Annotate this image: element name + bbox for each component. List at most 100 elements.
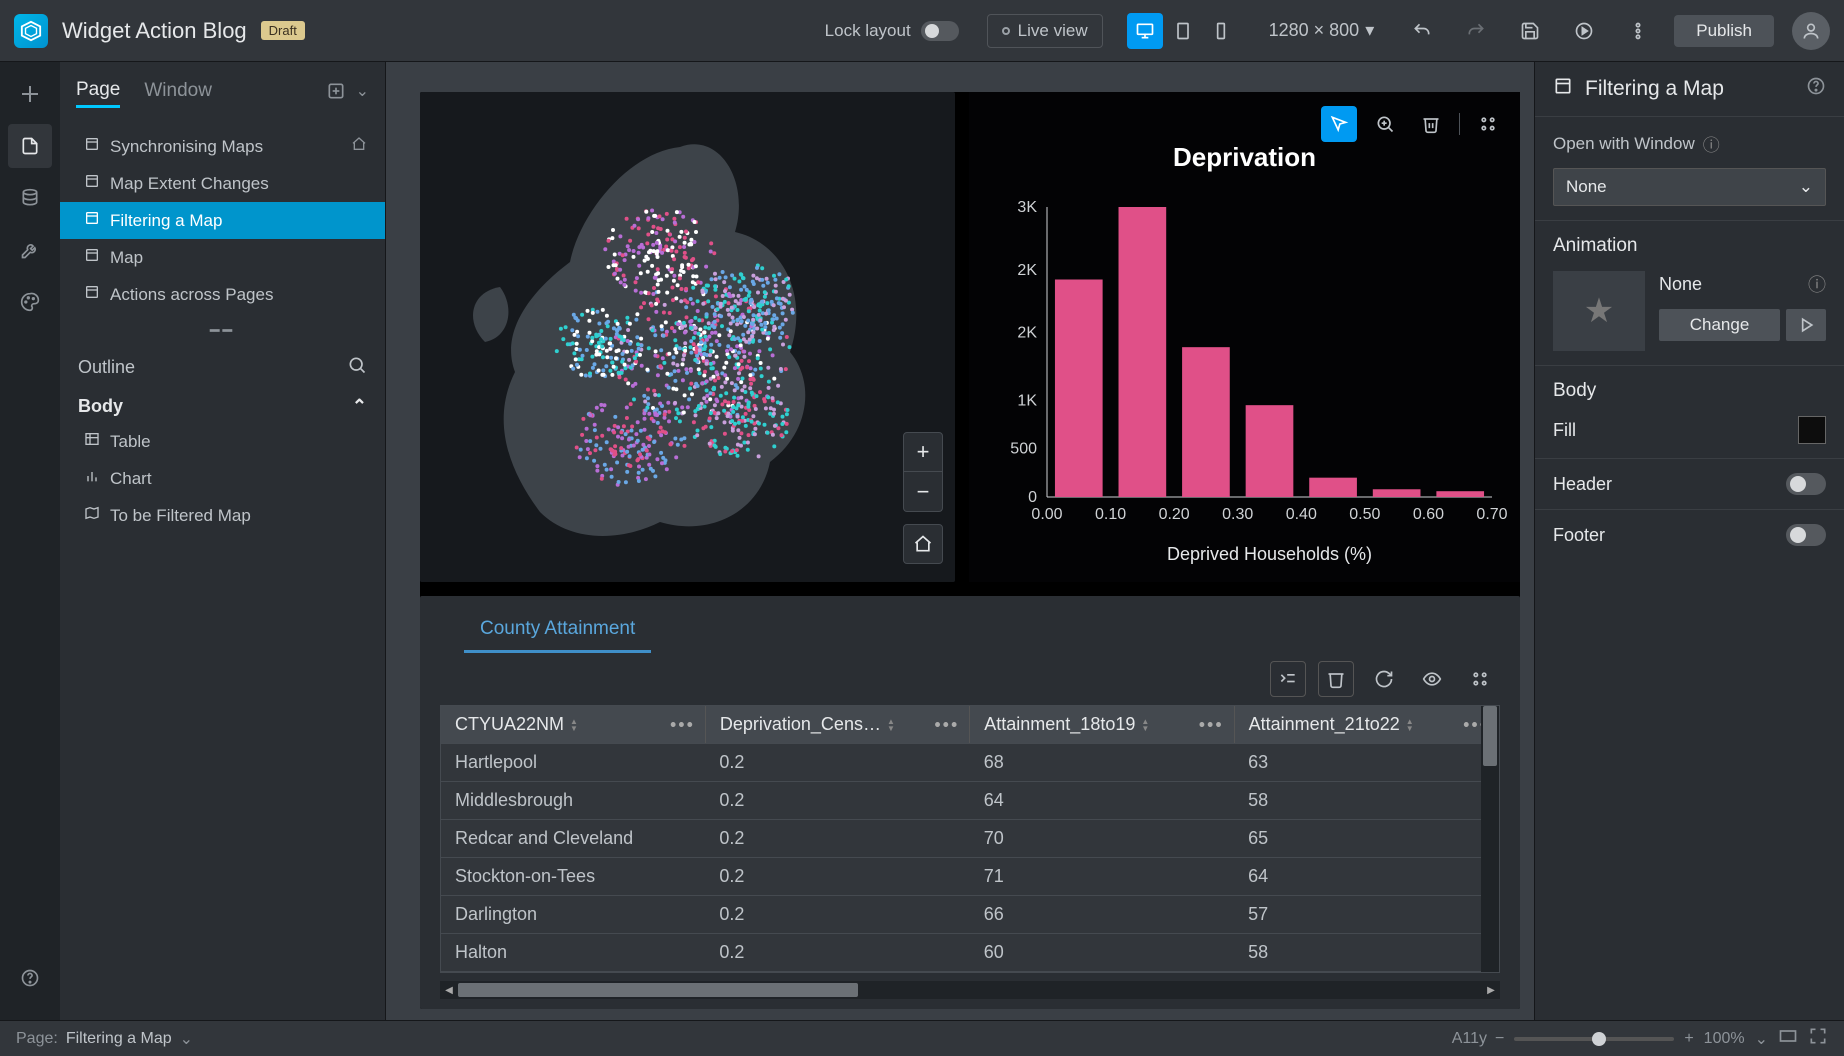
lock-layout-control[interactable]: Lock layout (825, 21, 959, 41)
table-row[interactable]: Hartlepool0.26863 (441, 744, 1499, 782)
table-cell: 65 (1234, 820, 1498, 858)
tab-window[interactable]: Window (144, 80, 212, 106)
app-logo[interactable] (14, 14, 48, 48)
info-icon[interactable]: ⓘ (1808, 271, 1826, 297)
help-button[interactable] (8, 956, 52, 1000)
table-header-1[interactable]: Deprivation_Cens…▲▼••• (705, 706, 969, 744)
zoom-in-button[interactable]: + (1684, 1030, 1693, 1048)
svg-text:0.60: 0.60 (1413, 506, 1444, 523)
current-page-name[interactable]: Filtering a Map (66, 1030, 172, 1048)
fill-row: Fill (1553, 416, 1826, 444)
map-widget[interactable]: + − (420, 92, 955, 582)
map-zoom-out-button[interactable]: − (903, 472, 943, 512)
table-row[interactable]: Halton0.26058 (441, 934, 1499, 972)
scroll-left-icon[interactable]: ◀ (440, 981, 458, 999)
table-options-button[interactable] (1462, 661, 1498, 697)
status-bar: Page: Filtering a Map ⌄ A11y − + 100% ⌄ (0, 1020, 1844, 1056)
data-table[interactable]: CTYUA22NM▲▼•••Deprivation_Cens…▲▼•••Atta… (441, 706, 1499, 972)
page-item-0[interactable]: Synchronising Maps (60, 128, 385, 165)
lock-layout-toggle[interactable] (921, 21, 959, 41)
utilities-panel-button[interactable] (8, 228, 52, 272)
save-button[interactable] (1512, 13, 1548, 49)
table-vscrollbar[interactable] (1481, 706, 1499, 972)
column-menu-icon[interactable]: ••• (934, 714, 959, 735)
table-tab-county[interactable]: County Attainment (464, 608, 651, 653)
table-widget[interactable]: County Attainment CTYUA22NM▲▼•••Deprivat… (420, 596, 1520, 1009)
canvas-area[interactable]: ➤ + − (386, 62, 1534, 1020)
page-menu-button[interactable]: ⌄ (356, 81, 369, 106)
fullscreen-button[interactable] (1808, 1026, 1828, 1051)
table-delete-button[interactable] (1318, 661, 1354, 697)
undo-button[interactable] (1404, 13, 1440, 49)
open-with-label: Open with Window ⓘ (1553, 131, 1826, 156)
table-row[interactable]: Stockton-on-Tees0.27164 (441, 858, 1499, 896)
animation-change-button[interactable]: Change (1659, 309, 1780, 341)
body-group-header[interactable]: Body ⌃ (60, 390, 385, 423)
table-cell: 0.2 (705, 782, 969, 820)
add-page-button[interactable] (326, 81, 346, 106)
animation-value: None (1659, 274, 1702, 295)
zoom-out-button[interactable]: − (1495, 1030, 1504, 1048)
map-home-button[interactable] (903, 524, 943, 564)
table-row[interactable]: Redcar and Cleveland0.27065 (441, 820, 1499, 858)
tab-page[interactable]: Page (76, 79, 120, 108)
preview-button[interactable] (1566, 13, 1602, 49)
outline-item-2[interactable]: To be Filtered Map (60, 497, 385, 534)
zoom-percent[interactable]: 100% (1704, 1030, 1745, 1048)
page-item-4[interactable]: Actions across Pages (60, 276, 385, 313)
outline-item-1[interactable]: Chart (60, 460, 385, 497)
table-refresh-button[interactable] (1366, 661, 1402, 697)
device-tablet-button[interactable] (1165, 13, 1201, 49)
table-view-button[interactable] (1414, 661, 1450, 697)
footer-toggle[interactable] (1786, 524, 1826, 546)
zoom-slider[interactable] (1514, 1037, 1674, 1041)
circle-icon (1002, 27, 1010, 35)
table-row[interactable]: Darlington0.26657 (441, 896, 1499, 934)
table-toolbar (420, 653, 1520, 701)
header-toggle[interactable] (1786, 473, 1826, 495)
device-phone-button[interactable] (1203, 13, 1239, 49)
table-header-2[interactable]: Attainment_18to19▲▼••• (970, 706, 1234, 744)
table-hscrollbar[interactable]: ◀ ▶ (440, 981, 1500, 999)
pages-panel-button[interactable] (8, 124, 52, 168)
page-icon (84, 284, 100, 305)
animation-play-button[interactable] (1786, 309, 1826, 341)
a11y-button[interactable]: A11y (1452, 1030, 1487, 1048)
page-icon (84, 136, 100, 157)
page-item-1[interactable]: Map Extent Changes (60, 165, 385, 202)
page-item-2[interactable]: Filtering a Map (60, 202, 385, 239)
live-view-button[interactable]: Live view (987, 14, 1103, 48)
table-header-0[interactable]: CTYUA22NM▲▼••• (441, 706, 705, 744)
map-image (420, 92, 955, 582)
panel-resize-grip[interactable]: ━━ (60, 317, 385, 345)
panel-help-button[interactable] (1806, 76, 1826, 102)
table-header-3[interactable]: Attainment_21to22▲▼••• (1234, 706, 1498, 744)
user-avatar[interactable] (1792, 12, 1830, 50)
table-select-button[interactable] (1270, 661, 1306, 697)
more-menu-button[interactable] (1620, 13, 1656, 49)
theme-panel-button[interactable] (8, 280, 52, 324)
outline-item-0[interactable]: Table (60, 423, 385, 460)
outline-items: TableChartTo be Filtered Map (60, 423, 385, 534)
right-panel-header: Filtering a Map (1535, 62, 1844, 116)
canvas-dimensions[interactable]: 1280 × 800 ▾ (1269, 20, 1375, 41)
info-icon[interactable]: ⓘ (1703, 131, 1720, 156)
fill-color-swatch[interactable] (1798, 416, 1826, 444)
open-with-select[interactable]: None ⌄ (1553, 168, 1826, 206)
redo-button[interactable] (1458, 13, 1494, 49)
map-zoom-in-button[interactable]: + (903, 432, 943, 472)
device-desktop-button[interactable] (1127, 13, 1163, 49)
column-menu-icon[interactable]: ••• (670, 714, 695, 735)
column-menu-icon[interactable]: ••• (1199, 714, 1224, 735)
page-dropdown-icon[interactable]: ⌄ (180, 1029, 193, 1049)
fit-width-button[interactable] (1778, 1026, 1798, 1051)
publish-button[interactable]: Publish (1674, 15, 1774, 47)
chart-widget[interactable]: Deprivation 05001K2K2K3K0.000.100.200.30… (969, 92, 1520, 582)
insert-button[interactable] (8, 72, 52, 116)
table-row[interactable]: Middlesbrough0.26458 (441, 782, 1499, 820)
page-item-3[interactable]: Map (60, 239, 385, 276)
data-panel-button[interactable] (8, 176, 52, 220)
search-outline-button[interactable] (347, 355, 367, 380)
scroll-right-icon[interactable]: ▶ (1482, 981, 1500, 999)
animation-thumbnail[interactable]: ★ (1553, 271, 1645, 351)
